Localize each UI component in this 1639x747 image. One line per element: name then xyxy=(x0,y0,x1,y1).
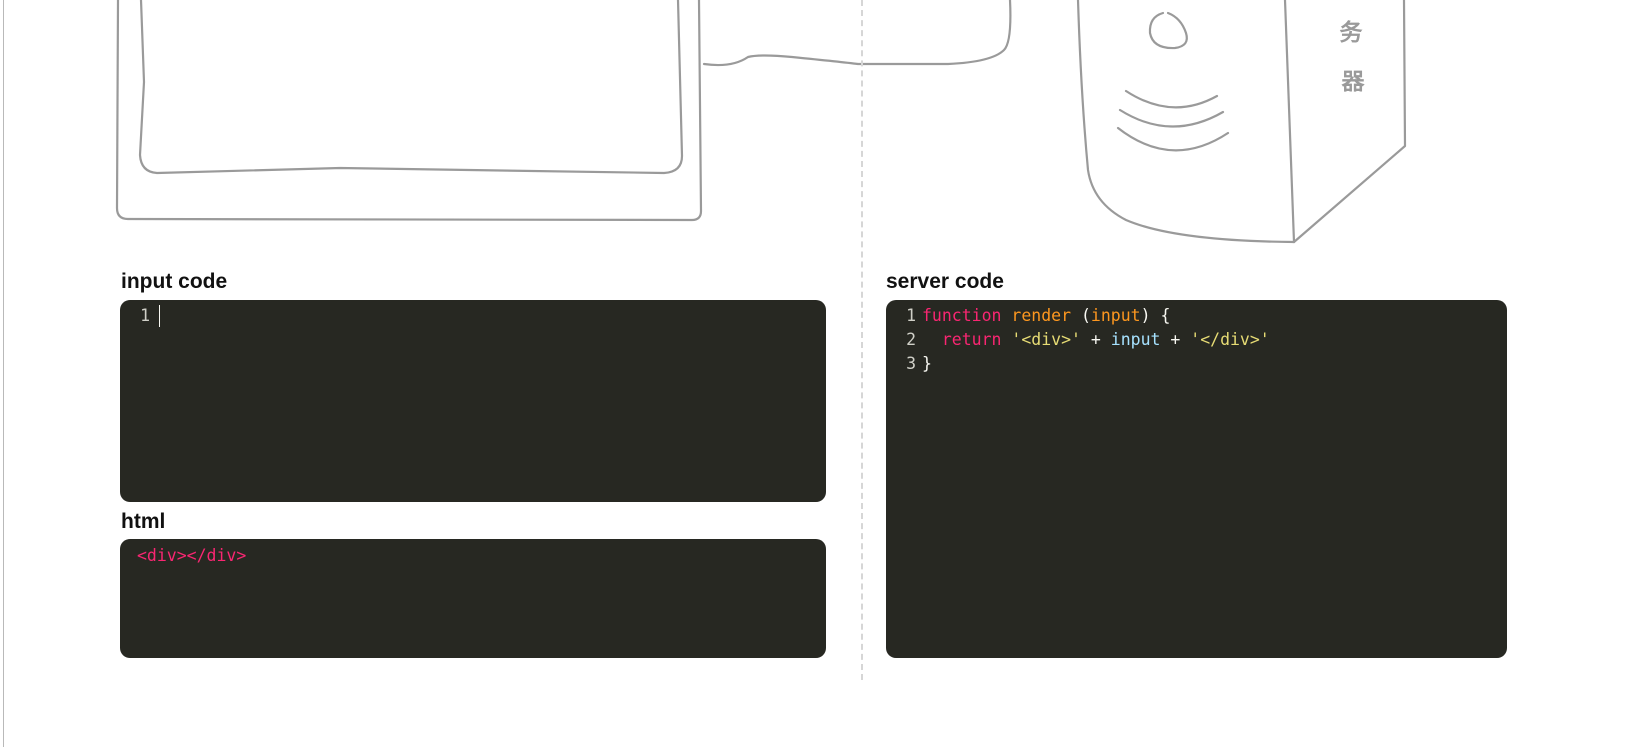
line-content[interactable]: return '<div>' + input + '</div>' xyxy=(922,328,1270,352)
code-token: + xyxy=(1160,330,1191,349)
html-label: html xyxy=(121,510,166,533)
vent-line-1 xyxy=(1124,89,1219,109)
input-code-editor[interactable]: 1 xyxy=(120,300,826,502)
code-token: input xyxy=(1090,306,1141,325)
line-number: 3 xyxy=(906,354,916,373)
code-line: 2 return '<div>' + input + '</div>' xyxy=(886,328,1507,352)
server-edge xyxy=(1283,0,1296,244)
code-token: return xyxy=(941,330,1002,349)
code-token: '</div>' xyxy=(1190,330,1270,349)
code-token: } xyxy=(922,354,932,373)
code-line: 1 function render (input) { xyxy=(886,304,1507,328)
column-divider xyxy=(861,0,864,680)
server-glyph-2: 器 xyxy=(1341,69,1366,95)
line-content[interactable]: function render (input) { xyxy=(922,304,1170,328)
code-line: 1 xyxy=(120,304,826,328)
code-token: function xyxy=(922,306,1002,325)
code-token: input xyxy=(1110,330,1161,349)
line-content[interactable]: } xyxy=(922,352,932,376)
code-token: render xyxy=(1011,306,1072,325)
html-output-panel: <div></div> xyxy=(120,539,826,658)
client-server-illustration: 务 器 xyxy=(115,0,1407,244)
server-code-editor[interactable]: 1 function render (input) {2 return '<div… xyxy=(886,300,1507,658)
line-number: 1 xyxy=(140,306,150,325)
server-glyph-1: 务 xyxy=(1340,20,1364,46)
code-token: ) { xyxy=(1140,306,1171,325)
vent-line-2 xyxy=(1118,108,1225,128)
server-code-label: server code xyxy=(886,270,1004,293)
text-cursor xyxy=(159,305,160,327)
page: 务 器 input code 1 html <div></div> server… xyxy=(0,0,1639,747)
code-line: 3} xyxy=(886,352,1507,376)
vent-line-3 xyxy=(1116,126,1230,152)
code-token: '<div>' xyxy=(1011,330,1081,349)
line-number: 1 xyxy=(906,306,916,325)
power-button xyxy=(1148,11,1188,50)
code-token: ( xyxy=(1071,306,1091,325)
code-token: + xyxy=(1080,330,1111,349)
line-number: 2 xyxy=(906,330,916,349)
network-cable xyxy=(702,0,1012,67)
input-code-label: input code xyxy=(121,270,228,293)
monitor-outline xyxy=(115,0,703,222)
line-content[interactable] xyxy=(156,304,160,328)
html-output-text: <div></div> xyxy=(137,546,247,565)
monitor-screen xyxy=(138,0,684,175)
